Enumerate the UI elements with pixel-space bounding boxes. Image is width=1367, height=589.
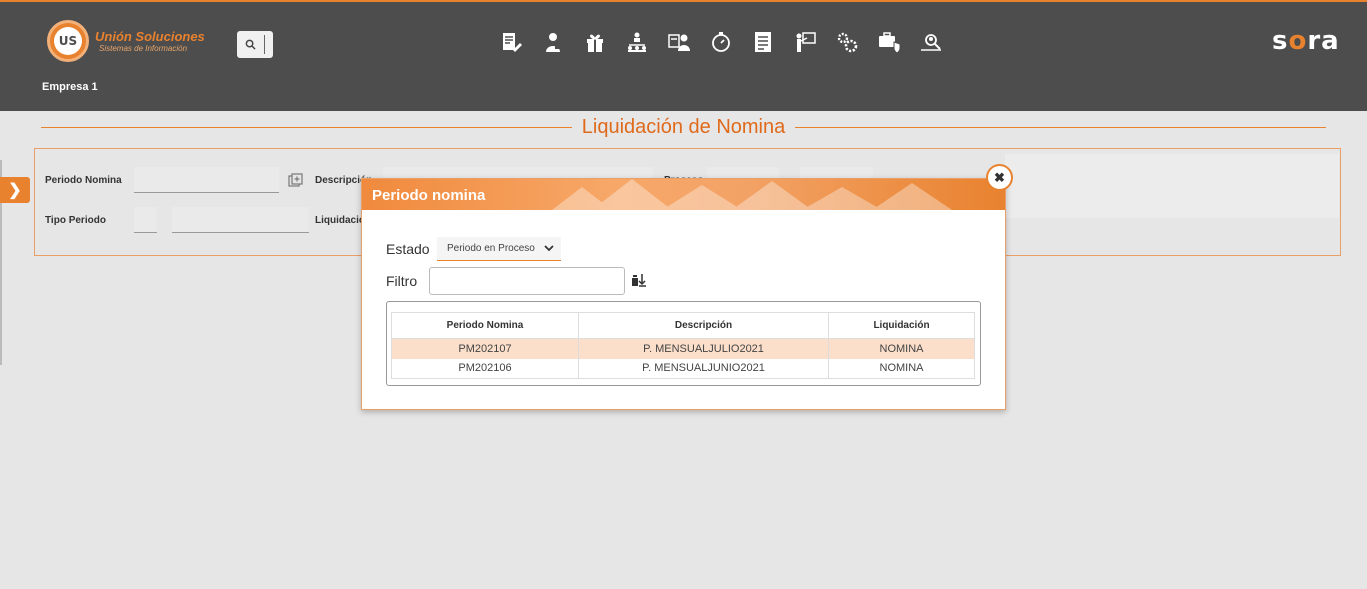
page-title: Liquidación de Nomina	[581, 115, 786, 138]
column-header-periodo[interactable]: Periodo Nomina	[391, 312, 579, 339]
filtro-input[interactable]	[429, 267, 625, 295]
tipo-periodo-code-input[interactable]	[134, 207, 157, 233]
company-selector[interactable]: Empresa 1	[42, 81, 98, 93]
settings-icon[interactable]	[826, 28, 868, 56]
dialog-title: Periodo nomina	[372, 187, 486, 204]
dialog-header: Periodo nomina	[362, 179, 1005, 210]
cell-descripcion: P. MENSUALJUNIO2021	[578, 358, 829, 379]
company-logo[interactable]: US Unión Soluciones Sistemas de Informac…	[47, 20, 205, 62]
company-subtitle: Sistemas de Información	[99, 43, 188, 53]
cell-periodo: PM202106	[391, 358, 579, 379]
cell-descripcion: P. MENSUALJULIO2021	[578, 338, 829, 359]
training-icon[interactable]	[784, 28, 826, 56]
cell-liquidacion: NOMINA	[828, 338, 975, 359]
lookup-icon[interactable]	[288, 173, 304, 189]
cell-liquidacion: NOMINA	[828, 358, 975, 379]
periodos-table: Periodo Nomina Descripción Liquidación P…	[391, 312, 975, 379]
column-header-descripcion[interactable]: Descripción	[578, 312, 829, 339]
periodo-nomina-input[interactable]	[134, 167, 279, 193]
search-users-icon[interactable]	[910, 28, 952, 56]
tipo-periodo-input[interactable]	[172, 207, 309, 233]
app-header: US Unión Soluciones Sistemas de Informac…	[0, 0, 1367, 111]
sora-brand-logo: sora	[1272, 26, 1340, 56]
tipo-periodo-label: Tipo Periodo	[45, 215, 106, 226]
module-toolbar	[490, 28, 952, 56]
estado-selected-value: Periodo en Proceso	[447, 243, 535, 254]
page-title-bar: Liquidación de Nomina	[41, 115, 1326, 139]
estado-select[interactable]: Periodo en Proceso	[437, 237, 561, 261]
table-row[interactable]: PM202107 P. MENSUALJULIO2021 NOMINA	[391, 338, 975, 359]
document-edit-icon[interactable]	[490, 28, 532, 56]
cell-periodo: PM202107	[391, 338, 579, 359]
close-icon: ✖	[994, 169, 1005, 185]
periodo-nomina-dialog: Periodo nomina Estado Periodo en Proceso…	[361, 178, 1006, 410]
filtro-label: Filtro	[386, 273, 418, 289]
side-menu-toggle[interactable]: ❯	[0, 177, 30, 203]
column-header-liquidacion[interactable]: Liquidación	[828, 312, 975, 339]
clear-filter-icon[interactable]	[631, 272, 647, 288]
periodos-grid: Periodo Nomina Descripción Liquidación P…	[386, 301, 981, 386]
timer-icon[interactable]	[700, 28, 742, 56]
employee-icon[interactable]	[532, 28, 574, 56]
periodo-nomina-label: Periodo Nomina	[45, 175, 122, 186]
gift-icon[interactable]	[574, 28, 616, 56]
estado-label: Estado	[386, 241, 430, 257]
company-title: Unión Soluciones	[95, 28, 205, 44]
security-icon[interactable]	[868, 28, 910, 56]
report-icon[interactable]	[742, 28, 784, 56]
chevron-right-icon: ❯	[8, 182, 22, 199]
close-dialog-button[interactable]: ✖	[986, 164, 1013, 191]
org-chart-icon[interactable]	[616, 28, 658, 56]
user-card-icon[interactable]	[658, 28, 700, 56]
logo-letters: US	[54, 27, 82, 55]
table-row[interactable]: PM202106 P. MENSUALJUNIO2021 NOMINA	[391, 358, 975, 379]
logo-badge: US	[47, 20, 89, 62]
search-icon	[245, 39, 256, 50]
chevron-down-icon	[544, 245, 554, 252]
global-search-button[interactable]	[237, 31, 273, 58]
